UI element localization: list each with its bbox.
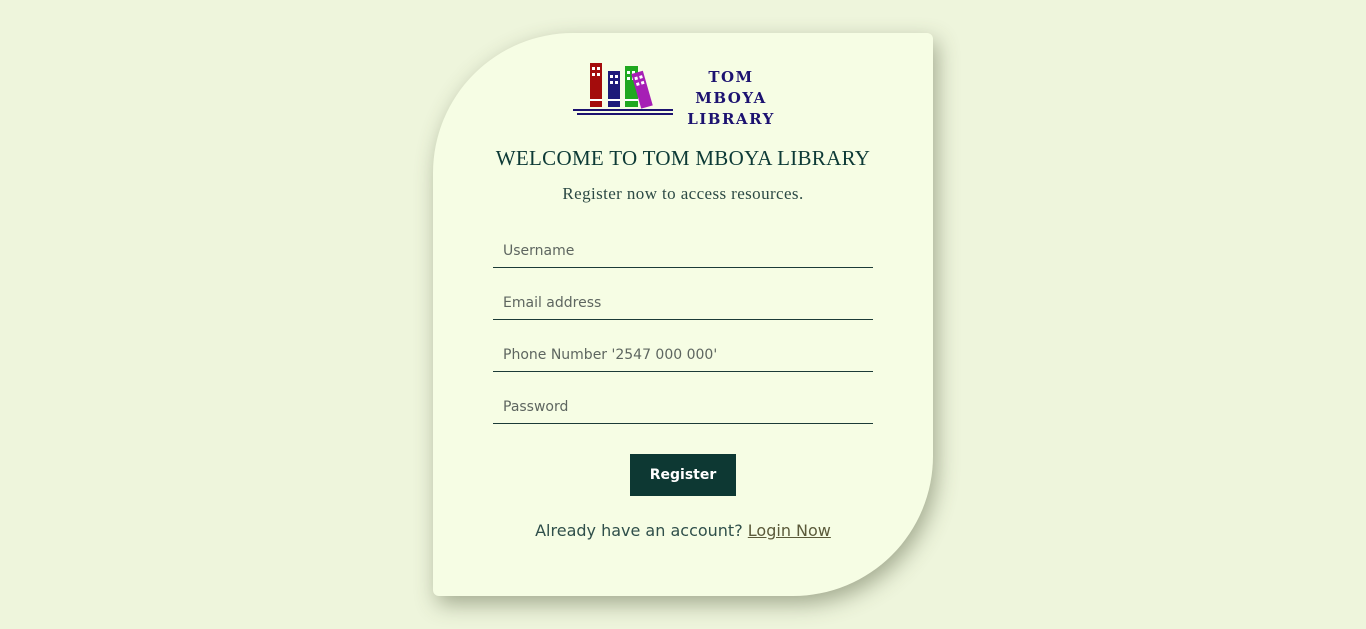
username-input[interactable] xyxy=(493,234,873,268)
login-prompt: Already have an account? Login Now xyxy=(433,521,933,540)
page-title: WELCOME TO TOM MBOYA LIBRARY xyxy=(495,146,871,170)
logo-wordmark: TOM MBOYA LIBRARY xyxy=(671,67,791,130)
email-input[interactable] xyxy=(493,286,873,320)
library-logo: TOM MBOYA LIBRARY xyxy=(573,61,788,128)
login-prompt-text: Already have an account? xyxy=(535,521,743,540)
logo-line-1: TOM MBOYA xyxy=(695,68,767,107)
books-logo-icon xyxy=(573,63,673,115)
logo-line-2: LIBRARY xyxy=(687,110,775,128)
password-input[interactable] xyxy=(493,390,873,424)
login-now-link[interactable]: Login Now xyxy=(748,521,831,540)
phone-number-input[interactable] xyxy=(493,338,873,372)
register-card: TOM MBOYA LIBRARY WELCOME TO TOM MBOYA L… xyxy=(433,33,933,596)
page-subtitle: Register now to access resources. xyxy=(562,184,804,203)
register-button[interactable]: Register xyxy=(630,454,736,496)
